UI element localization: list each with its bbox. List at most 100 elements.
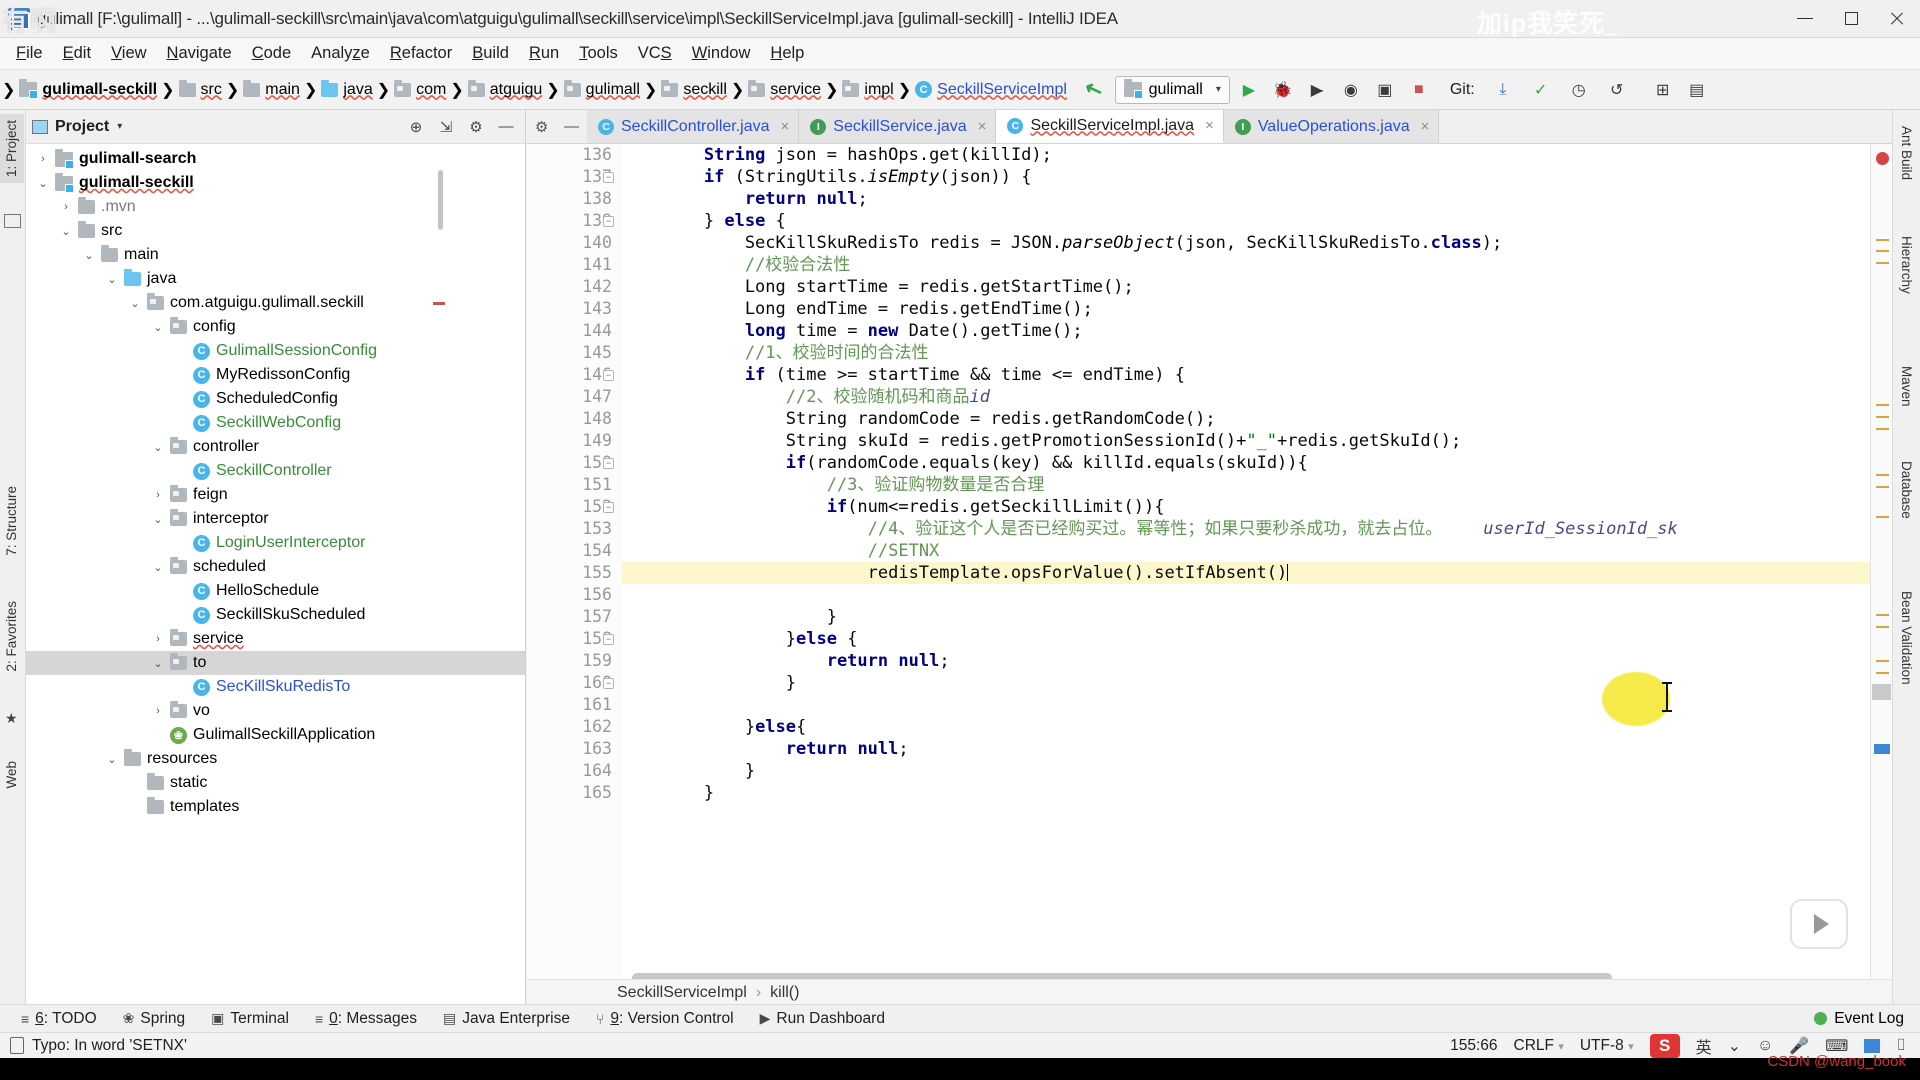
- favorites-star-icon[interactable]: ★: [5, 710, 18, 727]
- breadcrumb-item-src[interactable]: src: [175, 79, 226, 101]
- code-line[interactable]: return null;: [622, 188, 1892, 210]
- close-icon[interactable]: ×: [781, 118, 790, 135]
- code-line[interactable]: //4、验证这个人是否已经购买过。幂等性；如果只要秒杀成功，就去占位。 user…: [622, 518, 1892, 540]
- tree-node-vo[interactable]: › vo: [26, 699, 525, 723]
- tree-node-seckillskuscheduled[interactable]: · C SeckillSkuScheduled: [26, 603, 525, 627]
- code-line[interactable]: //SETNX: [622, 540, 1892, 562]
- bottom-tool-6-todo[interactable]: ≡ 6: TODO: [8, 1008, 110, 1030]
- code-line[interactable]: redisTemplate.opsForValue().setIfAbsent(…: [622, 562, 1892, 584]
- close-button[interactable]: [1874, 0, 1920, 38]
- hide-icon[interactable]: —: [497, 118, 515, 135]
- chevron-down-icon[interactable]: ⌄: [151, 441, 165, 454]
- bottom-tool-run-dashboard[interactable]: ▶ Run Dashboard: [747, 1008, 898, 1030]
- lock-icon[interactable]: ⌷: [1896, 1037, 1906, 1055]
- code-line[interactable]: //3、验证购物数量是否合理: [622, 474, 1892, 496]
- back-arrow-icon[interactable]: ↖: [1081, 75, 1106, 105]
- tree-node-seckillskuredisto[interactable]: · C SecKillSkuRedisTo: [26, 675, 525, 699]
- chevron-right-icon[interactable]: ›: [151, 489, 165, 501]
- profile-icon[interactable]: ◉: [1336, 75, 1366, 105]
- run-configuration-selector[interactable]: gulimall ▾: [1114, 75, 1230, 104]
- chevron-down-icon[interactable]: ⌄: [151, 561, 165, 574]
- tool-window-bean-validation[interactable]: Bean Validation: [1893, 585, 1920, 691]
- code-line[interactable]: [622, 584, 1892, 606]
- code-line[interactable]: if(num<=redis.getSeckillLimit()){: [622, 496, 1892, 518]
- code-line[interactable]: } else {: [622, 210, 1892, 232]
- code-line[interactable]: String randomCode = redis.getRandomCode(…: [622, 408, 1892, 430]
- bottom-tool-spring[interactable]: ❀ Spring: [110, 1008, 199, 1030]
- chevron-down-icon[interactable]: ⌄: [151, 321, 165, 334]
- ime-badge-icon[interactable]: S: [1649, 1033, 1680, 1058]
- error-stripe-indicator[interactable]: [1876, 152, 1889, 165]
- code-line[interactable]: String json = hashOps.get(killId);: [622, 144, 1892, 166]
- tree-node-loginuserinterceptor[interactable]: · C LoginUserInterceptor: [26, 531, 525, 555]
- editor-tab-seckillserviceimpl-java[interactable]: C SeckillServiceImpl.java ×: [996, 110, 1224, 143]
- code-line[interactable]: if (StringUtils.isEmpty(json)) {: [622, 166, 1892, 188]
- chevron-right-icon[interactable]: ›: [151, 633, 165, 645]
- chevron-down-icon[interactable]: ⌄: [151, 513, 165, 526]
- tree-node-java[interactable]: ⌄ java: [26, 267, 525, 291]
- editor-tab-seckillcontroller-java[interactable]: C SeckillController.java ×: [587, 110, 800, 143]
- run-icon[interactable]: ▶: [1234, 75, 1264, 105]
- chevron-down-icon[interactable]: ⌄: [82, 249, 96, 262]
- build-icon[interactable]: ▣: [1370, 75, 1400, 105]
- menu-item-view[interactable]: View: [101, 41, 156, 66]
- menu-item-vcs[interactable]: VCS: [628, 41, 682, 66]
- vcs-commit-icon[interactable]: ✓: [1526, 75, 1556, 105]
- code-line[interactable]: }: [622, 672, 1892, 694]
- code-line[interactable]: //校验合法性: [622, 254, 1892, 276]
- ime-extra-icon[interactable]: ⌄: [1728, 1036, 1741, 1056]
- tree-node-to[interactable]: ⌄ to: [26, 651, 525, 675]
- tree-node-feign[interactable]: › feign: [26, 483, 525, 507]
- fold-toggle-icon[interactable]: −: [603, 634, 614, 645]
- code-line[interactable]: //2、校验随机码和商品id: [622, 386, 1892, 408]
- breadcrumb-item-com[interactable]: com: [390, 79, 450, 101]
- tree-node-gulimallsessionconfig[interactable]: · C GulimallSessionConfig: [26, 339, 525, 363]
- analysis-gutter[interactable]: [1870, 144, 1892, 1005]
- menu-item-tools[interactable]: Tools: [569, 41, 628, 66]
- editor-tab-seckillservice-java[interactable]: I SeckillService.java ×: [799, 110, 997, 143]
- bottom-tool-9-version-control[interactable]: ⑂ 9: Version Control: [583, 1008, 747, 1030]
- vcs-rollback-icon[interactable]: ↺: [1602, 75, 1632, 105]
- tool-window-favorites[interactable]: 2: Favorites: [0, 595, 24, 678]
- breadcrumb-item-seckillserviceimpl[interactable]: C SeckillServiceImpl: [911, 79, 1071, 101]
- chevron-down-icon[interactable]: ▾: [117, 121, 122, 132]
- breadcrumb-item-service[interactable]: service: [744, 79, 825, 101]
- menu-item-code[interactable]: Code: [242, 41, 301, 66]
- gear-icon[interactable]: ⚙: [467, 118, 485, 136]
- keyboard-icon[interactable]: ⌨: [1825, 1036, 1848, 1056]
- hide-icon[interactable]: —: [564, 118, 579, 135]
- tree-node-main[interactable]: ⌄ main: [26, 243, 525, 267]
- code-line[interactable]: }else {: [622, 628, 1892, 650]
- chevron-down-icon[interactable]: ⌄: [105, 753, 119, 766]
- code-line[interactable]: [622, 694, 1892, 716]
- tray-icon[interactable]: [1864, 1038, 1881, 1053]
- menu-item-window[interactable]: Window: [682, 41, 761, 66]
- vcs-update-icon[interactable]: ⤓: [1488, 75, 1518, 105]
- editor-scrollbar-thumb[interactable]: [1872, 684, 1891, 700]
- code-line[interactable]: return null;: [622, 650, 1892, 672]
- breadcrumb-item-atguigu[interactable]: atguigu: [464, 79, 547, 101]
- tree-node-static[interactable]: · static: [26, 771, 525, 795]
- tree-node-gulimall-search[interactable]: › gulimall-search: [26, 147, 525, 171]
- chevron-down-icon[interactable]: ⌄: [59, 225, 73, 238]
- ime-language-label[interactable]: 英: [1696, 1034, 1712, 1058]
- code-line[interactable]: Long startTime = redis.getStartTime();: [622, 276, 1892, 298]
- tree-node-interceptor[interactable]: ⌄ interceptor: [26, 507, 525, 531]
- gear-icon[interactable]: ⚙: [535, 118, 548, 136]
- fold-toggle-icon[interactable]: −: [603, 458, 614, 469]
- menu-item-navigate[interactable]: Navigate: [157, 41, 242, 66]
- tool-window-structure[interactable]: 7: Structure: [0, 480, 24, 562]
- menu-item-run[interactable]: Run: [519, 41, 569, 66]
- tree-node-myredissonconfig[interactable]: · C MyRedissonConfig: [26, 363, 525, 387]
- tree-node-service[interactable]: › service: [26, 627, 525, 651]
- code-line[interactable]: }: [622, 782, 1892, 804]
- code-line[interactable]: if(randomCode.equals(key) && killId.equa…: [622, 452, 1892, 474]
- stop-icon[interactable]: ■: [1404, 75, 1434, 105]
- menu-item-build[interactable]: Build: [462, 41, 519, 66]
- code-line[interactable]: Long endTime = redis.getEndTime();: [622, 298, 1892, 320]
- line-separator[interactable]: CRLF ▾: [1514, 1037, 1564, 1055]
- tree-node-src[interactable]: ⌄ src: [26, 219, 525, 243]
- code-line[interactable]: long time = new Date().getTime();: [622, 320, 1892, 342]
- tool-window-web[interactable]: Web: [0, 755, 24, 795]
- tree-node--mvn[interactable]: › .mvn: [26, 195, 525, 219]
